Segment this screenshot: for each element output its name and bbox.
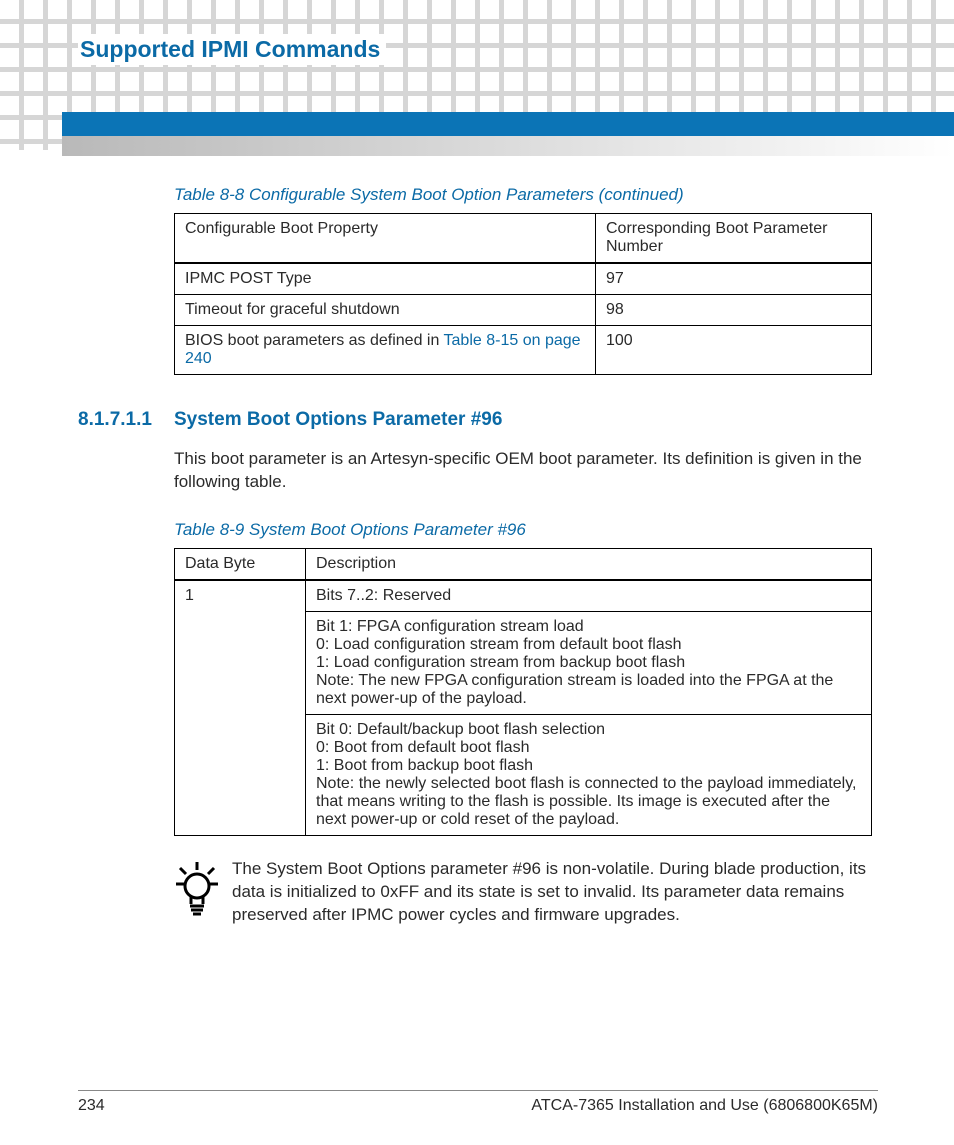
section-number: 8.1.7.1.1 (78, 409, 174, 431)
header-blue-bar (62, 112, 954, 136)
table-cell: Bits 7..2: Reserved (306, 580, 872, 612)
line: 1: Load configuration stream from backup… (316, 654, 861, 672)
line: 0: Boot from default boot flash (316, 739, 861, 757)
table-cell: 98 (596, 295, 872, 326)
document-id: ATCA-7365 Installation and Use (6806800K… (531, 1097, 878, 1115)
table-cell: 1 (175, 580, 306, 836)
table-cell: 97 (596, 263, 872, 295)
table-header: Corresponding Boot Parameter Number (596, 214, 872, 264)
lightbulb-icon (174, 858, 232, 927)
page-footer: 234 ATCA-7365 Installation and Use (6806… (78, 1090, 878, 1115)
table-cell-text: BIOS boot parameters as defined in (185, 332, 444, 349)
chapter-heading: Supported IPMI Commands (78, 34, 386, 65)
line: 0: Load configuration stream from defaul… (316, 636, 861, 654)
table-header: Description (306, 548, 872, 580)
table-cell: Bit 0: Default/backup boot flash selecti… (306, 714, 872, 835)
table-header: Configurable Boot Property (175, 214, 596, 264)
line: Bit 0: Default/backup boot flash selecti… (316, 721, 861, 739)
table-cell: Bit 1: FPGA configuration stream load 0:… (306, 611, 872, 714)
line: Bit 1: FPGA configuration stream load (316, 618, 861, 636)
table-8-8: Configurable Boot Property Corresponding… (174, 213, 872, 375)
table-cell: Timeout for graceful shutdown (175, 295, 596, 326)
tip-text: The System Boot Options parameter #96 is… (232, 858, 878, 927)
table-8-9-caption: Table 8-9 System Boot Options Parameter … (174, 520, 878, 540)
line: Note: The new FPGA configuration stream … (316, 672, 861, 708)
table-8-9: Data Byte Description 1 Bits 7..2: Reser… (174, 548, 872, 836)
page-number: 234 (78, 1097, 105, 1115)
table-cell: IPMC POST Type (175, 263, 596, 295)
section-title: System Boot Options Parameter #96 (174, 409, 502, 431)
table-cell: BIOS boot parameters as defined in Table… (175, 326, 596, 375)
table-row: Timeout for graceful shutdown 98 (175, 295, 872, 326)
table-header: Data Byte (175, 548, 306, 580)
table-8-8-caption: Table 8-8 Configurable System Boot Optio… (174, 185, 878, 205)
header-grey-fade (62, 136, 954, 156)
table-cell: 100 (596, 326, 872, 375)
table-row: BIOS boot parameters as defined in Table… (175, 326, 872, 375)
line: Note: the newly selected boot flash is c… (316, 775, 861, 829)
table-row: 1 Bits 7..2: Reserved (175, 580, 872, 612)
document-id-text: ATCA-7365 Installation and Use (6806800K… (531, 1097, 878, 1114)
section-intro: This boot parameter is an Artesyn-specif… (174, 448, 878, 494)
table-row: IPMC POST Type 97 (175, 263, 872, 295)
line: 1: Boot from backup boot flash (316, 757, 861, 775)
